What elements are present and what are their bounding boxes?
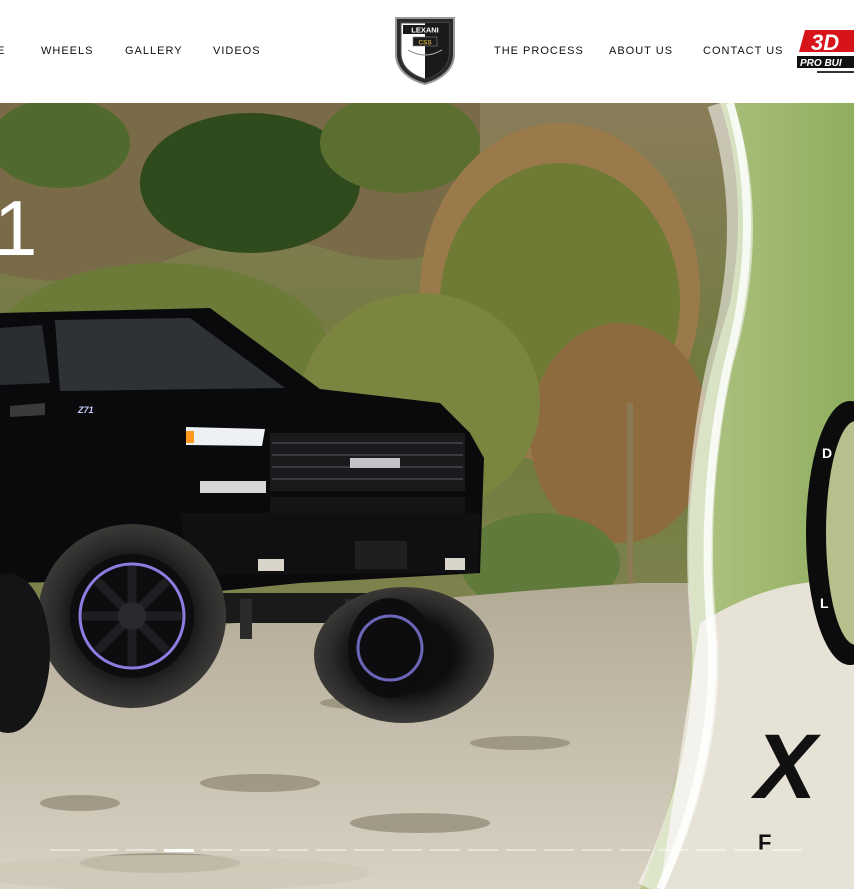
nav-about-us[interactable]: ABOUT US [609, 45, 673, 58]
slider-dot[interactable] [658, 849, 688, 851]
slider-dot[interactable] [696, 849, 726, 851]
slider-dot[interactable] [164, 849, 194, 852]
nav-videos[interactable]: VIDEOS [213, 45, 261, 58]
logo-right-tagline: PRO BUI [800, 58, 842, 69]
slider-indicators [50, 849, 810, 853]
slider-dot[interactable] [772, 849, 802, 851]
slider-dot[interactable] [430, 849, 460, 851]
slider-dot[interactable] [202, 849, 232, 851]
hero-slider[interactable]: D L X Z71 1 F [0, 103, 854, 889]
slider-dot[interactable] [240, 849, 270, 851]
slider-dot[interactable] [50, 849, 80, 851]
nav-wheels[interactable]: WHEELS [41, 45, 93, 58]
slider-dot[interactable] [316, 849, 346, 851]
slider-dot[interactable] [126, 849, 156, 851]
slider-dot[interactable] [582, 849, 612, 851]
3d-pro-builders-logo[interactable]: 3D PRO BUI [797, 26, 854, 78]
nav-home-partial[interactable]: E [0, 45, 5, 58]
logo-center-brand: LEXANI [411, 26, 439, 35]
slider-dot[interactable] [620, 849, 650, 851]
slider-dot[interactable] [88, 849, 118, 851]
slider-dot[interactable] [392, 849, 422, 851]
wheel-letter-l: L [820, 595, 829, 611]
logo-center-sub: CSS [418, 39, 432, 46]
slider-dot[interactable] [278, 849, 308, 851]
slider-dot[interactable] [544, 849, 574, 851]
nav-the-process[interactable]: THE PROCESS [494, 45, 584, 58]
promo-mark: X [750, 716, 821, 818]
nav-contact-us[interactable]: CONTACT US [703, 45, 784, 58]
logo-right-brand: 3D [811, 30, 839, 55]
hero-slide-number: 1 [0, 184, 38, 272]
wheel-letter-d: D [822, 445, 832, 461]
slider-dot[interactable] [468, 849, 498, 851]
slider-dot[interactable] [354, 849, 384, 851]
slider-dot[interactable] [734, 849, 764, 851]
nav-gallery[interactable]: GALLERY [125, 45, 183, 58]
slider-dot[interactable] [506, 849, 536, 851]
site-header: E WHEELS GALLERY VIDEOS LEXANI CSS THE P… [0, 0, 854, 103]
lexani-shield-logo[interactable]: LEXANI CSS [394, 16, 456, 86]
truck-badge: Z71 [77, 405, 94, 415]
hero-truck-image: D L X Z71 [0, 103, 854, 889]
